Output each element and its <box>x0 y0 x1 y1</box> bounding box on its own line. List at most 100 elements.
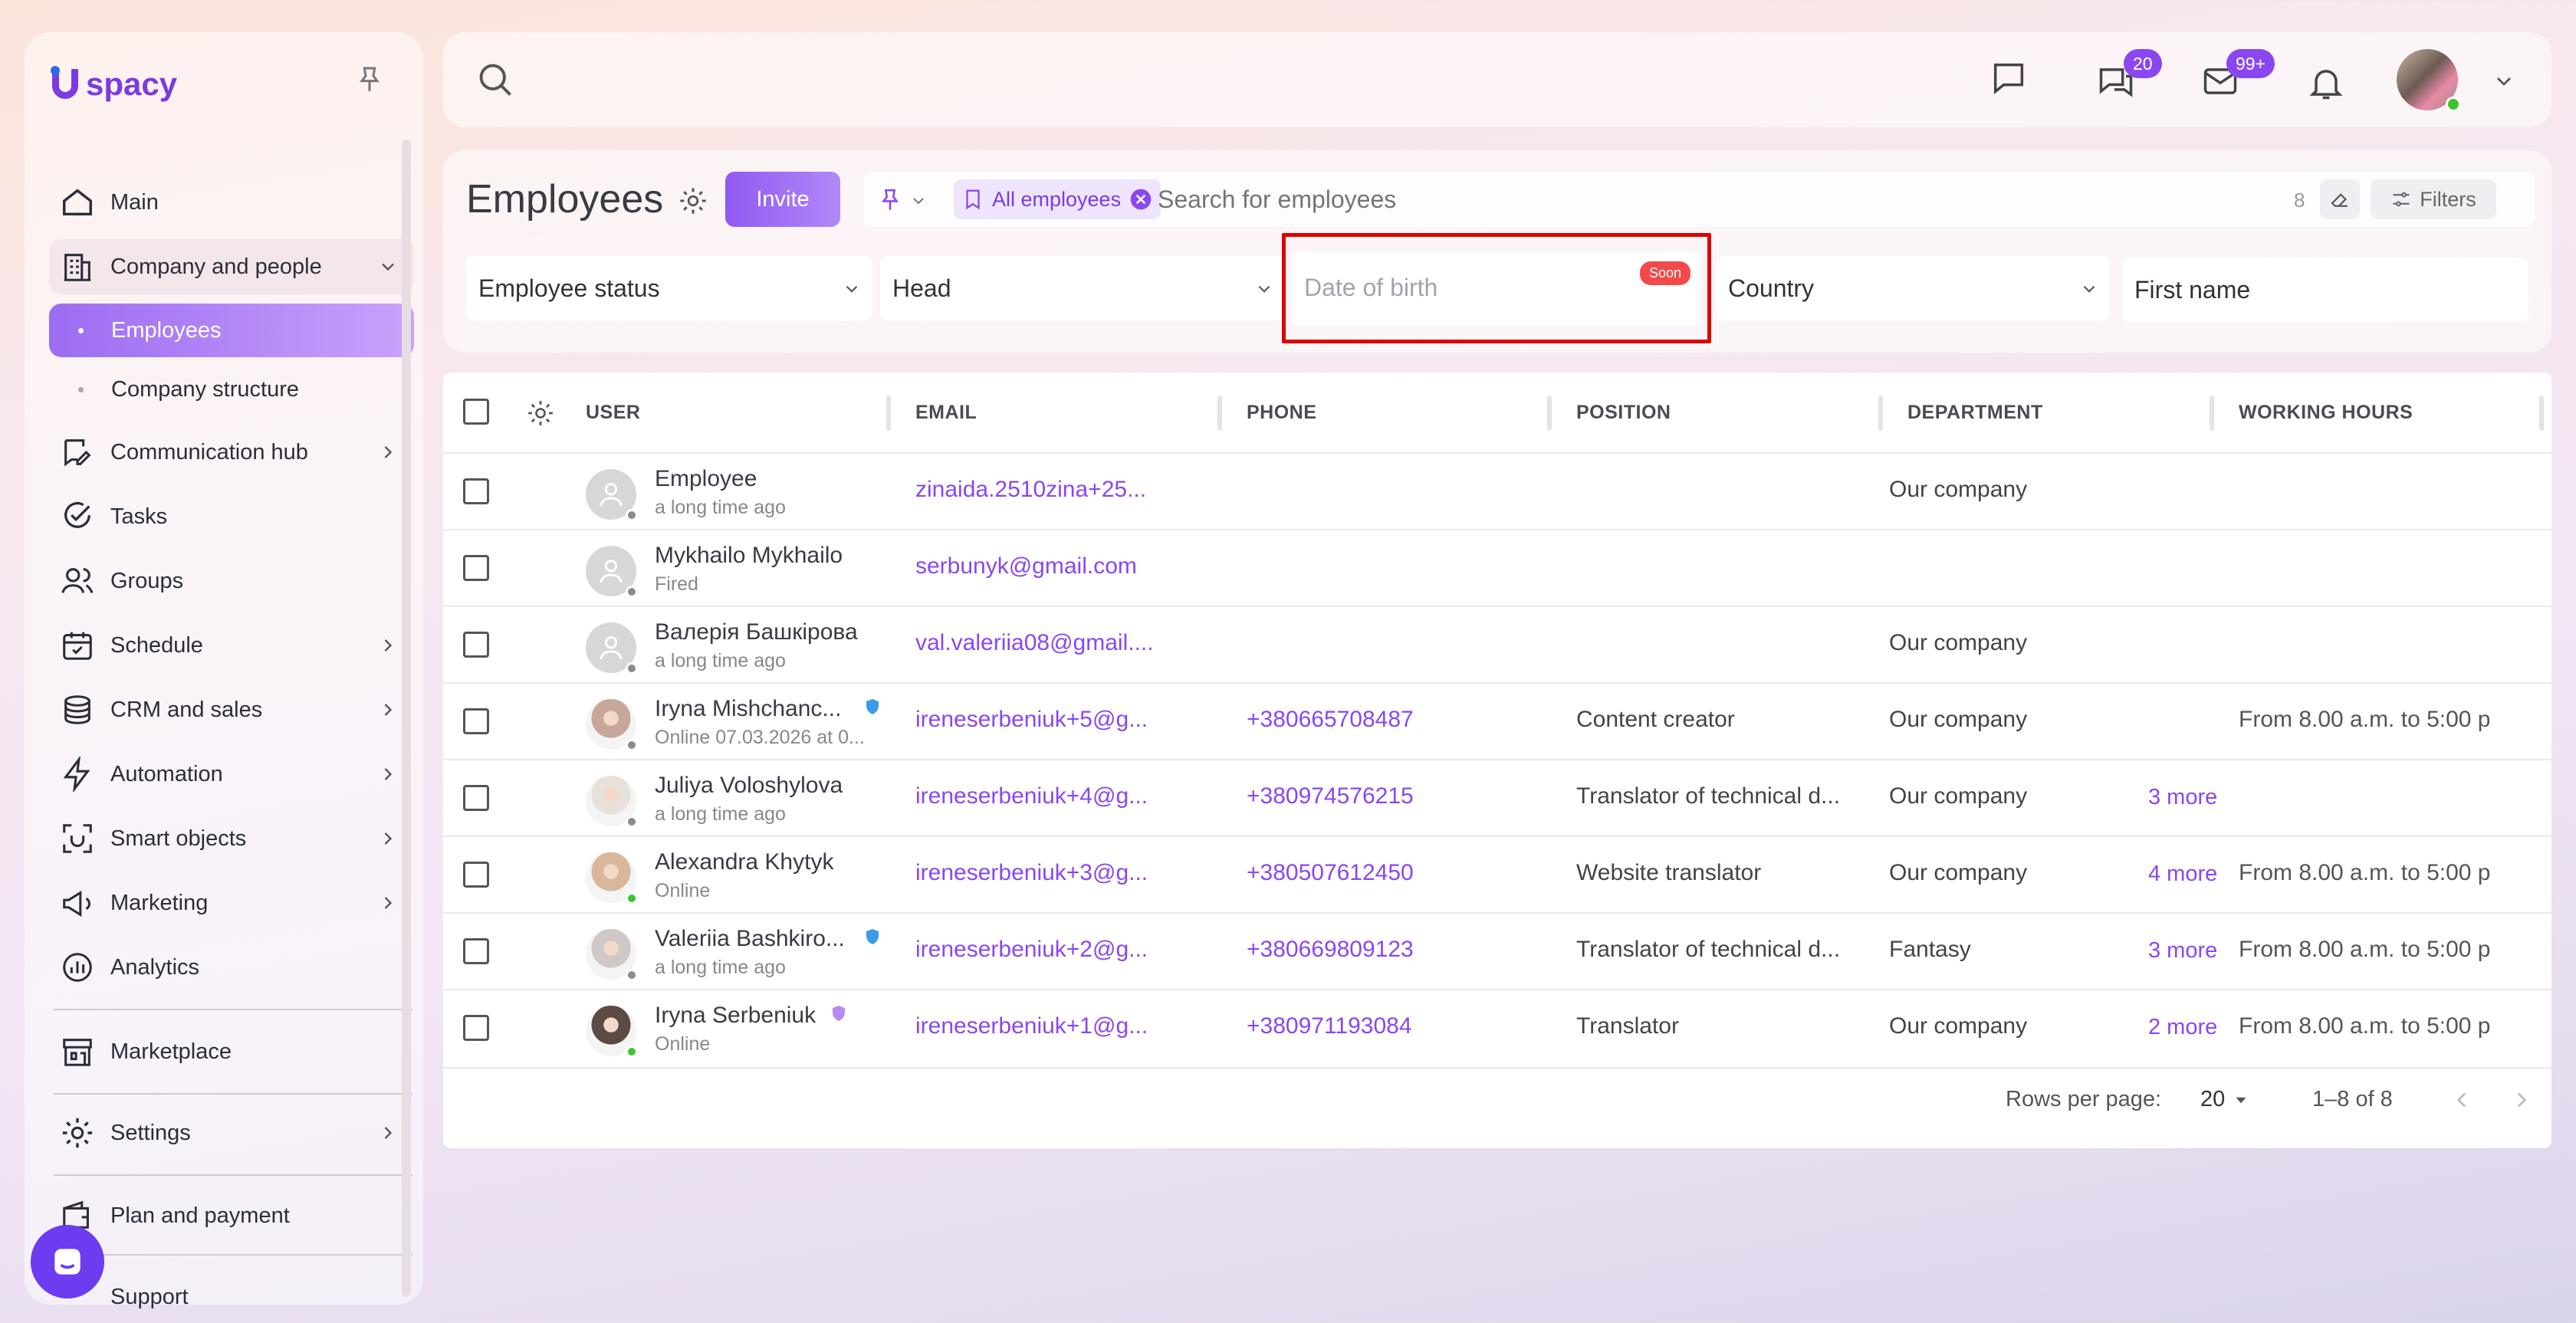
column-resizer[interactable] <box>2210 396 2214 431</box>
date-of-birth-field[interactable]: Date of birth Soon <box>1292 252 1701 326</box>
column-resizer[interactable] <box>2539 396 2544 431</box>
column-settings-gear-icon[interactable] <box>526 399 555 428</box>
sidebar-item-tasks[interactable]: Tasks <box>49 489 414 544</box>
table-row[interactable]: Valeriia Bashkiro... a long time ago ire… <box>443 912 2551 989</box>
email-link[interactable]: ireneserbeniuk+2@g... <box>915 937 1207 963</box>
working-hours-text: From 8.00 a.m. to 5:00 p <box>2239 937 2491 962</box>
user-name[interactable]: Iryna Serbeniuk <box>655 1003 816 1029</box>
email-link[interactable]: val.valeriia08@gmail.... <box>915 630 1207 656</box>
sidebar-item-automation[interactable]: Automation <box>49 747 414 802</box>
sidebar-item-marketing[interactable]: Marketing <box>49 875 414 931</box>
email-link[interactable]: ireneserbeniuk+3@g... <box>915 860 1207 886</box>
column-header-working-hours[interactable]: WORKING HOURS <box>2239 373 2413 452</box>
message-icon[interactable] <box>1989 58 2029 98</box>
sidebar-item-marketplace[interactable]: Marketplace <box>49 1024 414 1079</box>
row-checkbox[interactable] <box>463 785 489 811</box>
previous-page-icon[interactable] <box>2449 1087 2475 1113</box>
email-link[interactable]: ireneserbeniuk+4@g... <box>915 783 1207 809</box>
sidebar-item-schedule[interactable]: Schedule <box>49 618 414 673</box>
sidebar-item-plan-and-payment[interactable]: Plan and payment <box>49 1188 414 1243</box>
more-departments-link[interactable]: 4 more <box>2148 862 2233 887</box>
sidebar-item-settings[interactable]: Settings <box>49 1105 414 1160</box>
row-checkbox[interactable] <box>463 862 489 888</box>
column-header-user[interactable]: USER <box>586 373 640 452</box>
row-checkbox[interactable] <box>463 1015 489 1041</box>
more-departments-link[interactable]: 3 more <box>2148 938 2233 964</box>
more-departments-link[interactable]: 3 more <box>2148 785 2233 810</box>
sidebar-item-label: Company and people <box>110 254 322 279</box>
column-resizer[interactable] <box>886 396 891 431</box>
support-chat-button[interactable] <box>31 1225 104 1298</box>
invite-button[interactable]: Invite <box>725 172 840 227</box>
table-row[interactable]: Валерія Башкірова a long time ago val.va… <box>443 606 2551 682</box>
sidebar-item-company-and-people[interactable]: Company and people <box>49 239 414 294</box>
country-select[interactable]: Country <box>1716 256 2110 320</box>
table-row[interactable]: Juliya Voloshylova a long time ago irene… <box>443 759 2551 835</box>
close-icon[interactable] <box>1129 187 1153 212</box>
first-name-field[interactable]: First name <box>2122 258 2528 322</box>
phone-link[interactable]: +380971193084 <box>1247 1013 1538 1039</box>
sidebar-item-smart-objects[interactable]: Smart objects <box>49 811 414 866</box>
column-header-email[interactable]: EMAIL <box>915 373 977 452</box>
row-checkbox[interactable] <box>463 708 489 734</box>
column-resizer[interactable] <box>1878 396 1883 431</box>
user-name[interactable]: Mykhailo Mykhailo <box>655 543 843 569</box>
user-name[interactable]: Employee <box>655 466 757 492</box>
row-checkbox[interactable] <box>463 938 489 964</box>
head-select[interactable]: Head <box>880 256 1285 320</box>
phone-link[interactable]: +380507612450 <box>1247 860 1538 886</box>
sidebar-item-groups[interactable]: Groups <box>49 553 414 609</box>
email-link[interactable]: ireneserbeniuk+5@g... <box>915 707 1207 733</box>
filters-button[interactable]: Filters <box>2371 179 2496 219</box>
pin-icon[interactable] <box>877 187 903 213</box>
table-row[interactable]: Mykhailo Mykhailo Fired serbunyk@gmail.c… <box>443 529 2551 606</box>
pin-icon[interactable] <box>354 64 385 95</box>
table-row[interactable]: Alexandra Khytyk Online ireneserbeniuk+3… <box>443 835 2551 912</box>
search-input[interactable] <box>1158 181 2154 218</box>
user-name[interactable]: Valeriia Bashkiro... <box>655 926 845 952</box>
column-resizer[interactable] <box>1547 396 1552 431</box>
brand-logo[interactable]: spacy <box>48 61 177 107</box>
chevron-down-icon[interactable] <box>909 192 928 210</box>
column-resizer[interactable] <box>1217 396 1222 431</box>
column-header-position[interactable]: POSITION <box>1576 373 1671 452</box>
phone-link[interactable]: +380669809123 <box>1247 937 1538 963</box>
user-name[interactable]: Iryna Mishchanc... <box>655 696 841 722</box>
phone-link[interactable]: +380665708487 <box>1247 707 1538 733</box>
sidebar-item-main[interactable]: Main <box>49 175 414 230</box>
email-link[interactable]: serbunyk@gmail.com <box>915 553 1207 579</box>
row-checkbox[interactable] <box>463 555 489 581</box>
sidebar-item-communication-hub[interactable]: Communication hub <box>49 425 414 480</box>
column-header-department[interactable]: DEPARTMENT <box>1907 373 2043 452</box>
user-name[interactable]: Juliya Voloshylova <box>655 773 843 799</box>
user-name[interactable]: Alexandra Khytyk <box>655 849 833 875</box>
table-row[interactable]: Employee a long time ago zinaida.2510zin… <box>443 452 2551 529</box>
employee-status-select[interactable]: Employee status <box>466 256 872 320</box>
rows-per-page-select[interactable]: 20 <box>2200 1087 2251 1112</box>
more-departments-link[interactable]: 2 more <box>2148 1015 2233 1040</box>
sidebar-item-crm-and-sales[interactable]: CRM and sales <box>49 682 414 737</box>
sidebar-item-employees[interactable]: Employees <box>49 304 414 357</box>
megaphone-icon <box>63 890 90 918</box>
search-icon[interactable] <box>475 60 515 100</box>
next-page-icon[interactable] <box>2509 1087 2535 1113</box>
row-checkbox[interactable] <box>463 632 489 658</box>
chevron-down-icon[interactable] <box>2492 69 2516 94</box>
phone-link[interactable]: +380974576215 <box>1247 783 1538 809</box>
clear-filters-button[interactable] <box>2320 179 2360 219</box>
table-row[interactable]: Iryna Mishchanc... Online 07.03.2026 at … <box>443 682 2551 759</box>
bell-icon[interactable] <box>2306 63 2346 103</box>
user-name[interactable]: Валерія Башкірова <box>655 619 858 645</box>
sidebar-scrollbar[interactable] <box>402 140 411 1297</box>
gear-icon[interactable] <box>678 185 708 216</box>
row-checkbox[interactable] <box>463 478 489 504</box>
filter-chip-all-employees[interactable]: All employees <box>954 179 1162 219</box>
email-link[interactable]: ireneserbeniuk+1@g... <box>915 1013 1207 1039</box>
column-header-phone[interactable]: PHONE <box>1247 373 1316 452</box>
email-link[interactable]: zinaida.2510zina+25... <box>915 477 1207 503</box>
select-all-checkbox[interactable] <box>463 399 489 425</box>
sidebar-item-support[interactable]: Support <box>49 1269 414 1323</box>
sidebar-item-company-structure[interactable]: Company structure <box>49 362 414 417</box>
sidebar-item-analytics[interactable]: Analytics <box>49 940 414 995</box>
table-row[interactable]: Iryna Serbeniuk Online ireneserbeniuk+1@… <box>443 989 2551 1065</box>
